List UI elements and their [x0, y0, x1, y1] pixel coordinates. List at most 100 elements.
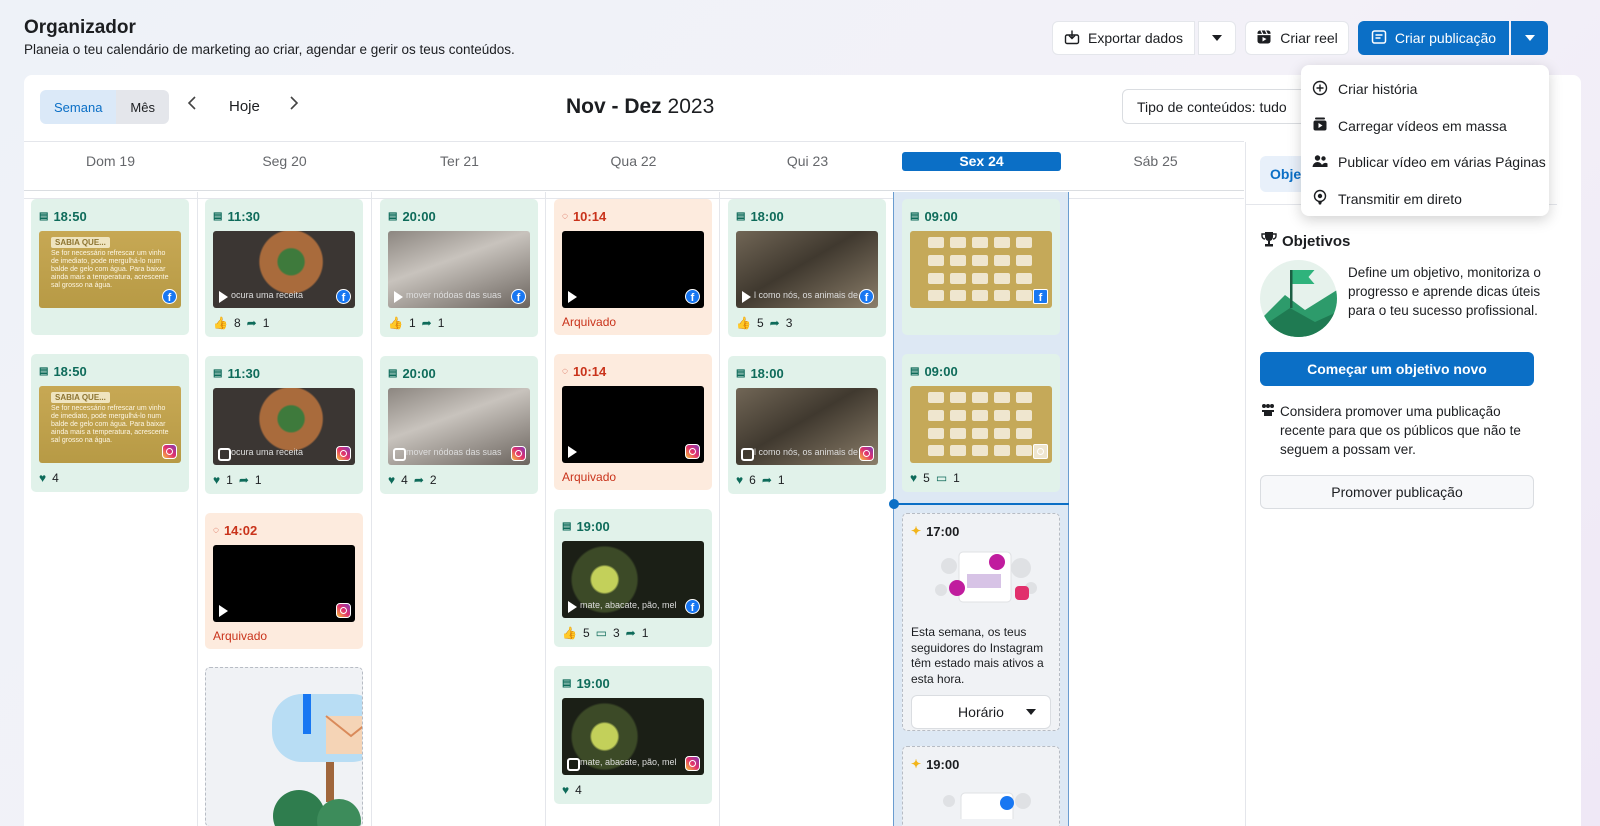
post-time-label: 10:14: [572, 208, 607, 224]
day-header-tue: Ter 21: [440, 153, 479, 169]
post-card[interactable]: ◌ 10:14 f Arquivado: [554, 199, 712, 335]
plus-circle-icon: [1312, 80, 1328, 99]
share-icon: ➦: [238, 473, 249, 487]
post-time-label: 10:14: [572, 363, 607, 379]
column-divider: [545, 192, 546, 826]
post-thumbnail: l como nós, os animais de f: [736, 231, 878, 308]
likes-count: 5: [756, 316, 764, 330]
post-time: ▤ 11:30: [213, 207, 355, 225]
shares-count: 1: [254, 473, 262, 487]
comments-count: 3: [612, 626, 620, 640]
post-card[interactable]: ▤ 19:00 mate, abacate, pão, mel f 👍 5 ▭ 3 ➦ 1: [554, 509, 712, 647]
create-post-button[interactable]: Criar publicação: [1358, 21, 1509, 55]
promote-post-button[interactable]: Promover publicação: [1260, 475, 1534, 509]
thumbnail-tag: SABIA QUE...: [51, 237, 110, 248]
create-post-menu: Criar história Carregar vídeos em massa …: [1301, 65, 1549, 216]
share-icon: ➦: [246, 316, 257, 330]
post-type-icon: ▤: [39, 365, 49, 377]
like-icon: 👍: [736, 316, 751, 330]
menu-item-go-live[interactable]: Transmitir em direto: [1301, 181, 1549, 218]
post-card[interactable]: ▤ 19:00 mate, abacate, pão, mel ♥ 4: [554, 666, 712, 804]
facebook-icon: f: [511, 289, 526, 304]
thumbnail-caption: mate, abacate, pão, mel: [580, 757, 677, 767]
post-card[interactable]: ▤ 18:00 l como nós, os animais de f 👍 5 ➦ 3: [728, 199, 886, 337]
post-card[interactable]: ◌ 14:02 Arquivado: [205, 513, 363, 649]
today-button[interactable]: Hoje: [229, 98, 260, 115]
schedule-time-label: Horário: [958, 704, 1004, 720]
post-card[interactable]: ▤ 09:00 ♥ 5 ▭ 1: [902, 354, 1060, 492]
schedule-time-button[interactable]: Horário: [911, 695, 1051, 729]
post-stats: ♥ 6 ➦ 1: [736, 472, 878, 488]
current-time-line: [893, 503, 1069, 505]
create-reel-label: Criar reel: [1280, 30, 1338, 46]
chevron-left-icon: [187, 96, 196, 110]
post-stats: ♥ 4: [39, 470, 181, 486]
pending-icon: ◌: [562, 210, 568, 222]
thumbnail-text: Se for necessário refrescar um vinho de …: [51, 405, 169, 444]
post-time: ▤ 20:00: [388, 207, 530, 225]
post-card[interactable]: ▤ 20:00 mover nódoas das suas f 👍 1 ➦ 1: [380, 199, 538, 337]
post-type-icon: ▤: [388, 210, 398, 222]
menu-item-multi-page-video[interactable]: Publicar vídeo em várias Páginas: [1301, 144, 1549, 181]
likes-count: 6: [749, 473, 756, 487]
post-card[interactable]: ▤ 11:30 ocura uma receita f 👍 8 ➦ 1: [205, 199, 363, 337]
instagram-icon: [685, 444, 700, 459]
shares-count: 1: [777, 473, 785, 487]
suggestion-time-label: 17:00: [926, 523, 960, 539]
export-options-button[interactable]: [1198, 21, 1236, 55]
facebook-icon: f: [336, 289, 351, 304]
post-time: ◌ 14:02: [213, 521, 355, 539]
post-card[interactable]: ▤ 20:00 mover nódoas das suas ♥ 4 ➦ 2: [380, 356, 538, 494]
facebook-icon: f: [1033, 289, 1048, 304]
post-thumbnail: ocura uma receita: [213, 388, 355, 465]
post-card[interactable]: ◌ 10:14 Arquivado: [554, 354, 712, 490]
facebook-icon: f: [685, 599, 700, 614]
facebook-icon: f: [685, 289, 700, 304]
post-status: Arquivado: [213, 629, 268, 643]
post-card[interactable]: ▤ 11:30 ocura uma receita ♥ 1 ➦ 1: [205, 356, 363, 494]
next-week-button[interactable]: [289, 95, 299, 116]
shares-count: 3: [785, 316, 793, 330]
post-time-label: 14:02: [223, 522, 258, 538]
likes-count: 1: [408, 316, 416, 330]
post-type-icon: ▤: [736, 210, 746, 222]
post-card[interactable]: ▤ 09:00 f: [902, 199, 1060, 335]
post-time: ▤ 09:00: [910, 362, 1052, 380]
post-type-icon: ▤: [910, 210, 920, 222]
suggestion-time-label: 19:00: [926, 756, 960, 772]
create-post-options-button[interactable]: [1511, 21, 1548, 55]
week-view-tab[interactable]: Semana: [40, 90, 117, 124]
content-type-filter[interactable]: Tipo de conteúdos: tudo: [1122, 89, 1322, 124]
thumbnail-caption: ocura uma receita: [231, 447, 304, 457]
reel-icon: [393, 448, 406, 461]
post-stats: ♥ 1 ➦ 1: [213, 472, 355, 488]
post-card[interactable]: ▤ 18:50 SABIA QUE... Se for necessário re…: [31, 354, 189, 492]
create-reel-button[interactable]: Criar reel: [1245, 21, 1349, 55]
post-type-icon: ▤: [388, 367, 398, 379]
people-icon: [1312, 153, 1328, 172]
menu-item-bulk-upload[interactable]: Carregar vídeos em massa: [1301, 108, 1549, 145]
post-card[interactable]: ▤ 18:50 SABIA QUE... Se for necessário re…: [31, 199, 189, 335]
thumbnail-tag: SABIA QUE...: [51, 392, 110, 403]
menu-item-label: Publicar vídeo em várias Páginas: [1338, 154, 1546, 171]
previous-week-button[interactable]: [187, 95, 197, 116]
comments-count: 1: [953, 471, 960, 485]
post-stats: 👍 5 ▭ 3 ➦ 1: [562, 625, 704, 641]
trophy-icon: [1260, 230, 1278, 252]
heart-icon: ♥: [910, 471, 918, 485]
post-icon: [1371, 29, 1387, 48]
start-objective-button[interactable]: Começar um objetivo novo: [1260, 352, 1534, 386]
menu-item-label: Transmitir em direto: [1338, 190, 1462, 207]
post-thumbnail: mate, abacate, pão, mel: [562, 698, 704, 775]
month-view-tab[interactable]: Mês: [116, 90, 169, 124]
likes-count: 1: [226, 473, 233, 487]
facebook-icon: f: [162, 289, 177, 304]
post-type-icon: ▤: [562, 520, 572, 532]
heart-icon: ♥: [213, 473, 221, 487]
export-data-button[interactable]: Exportar dados: [1052, 21, 1195, 55]
audience-icon: [1260, 402, 1276, 459]
post-card[interactable]: ▤ 18:00 l como nós, os animais de ♥ 6 ➦ 1: [728, 356, 886, 494]
post-type-icon: ▤: [213, 210, 223, 222]
heart-icon: ♥: [388, 473, 396, 487]
menu-item-create-story[interactable]: Criar história: [1301, 71, 1549, 108]
